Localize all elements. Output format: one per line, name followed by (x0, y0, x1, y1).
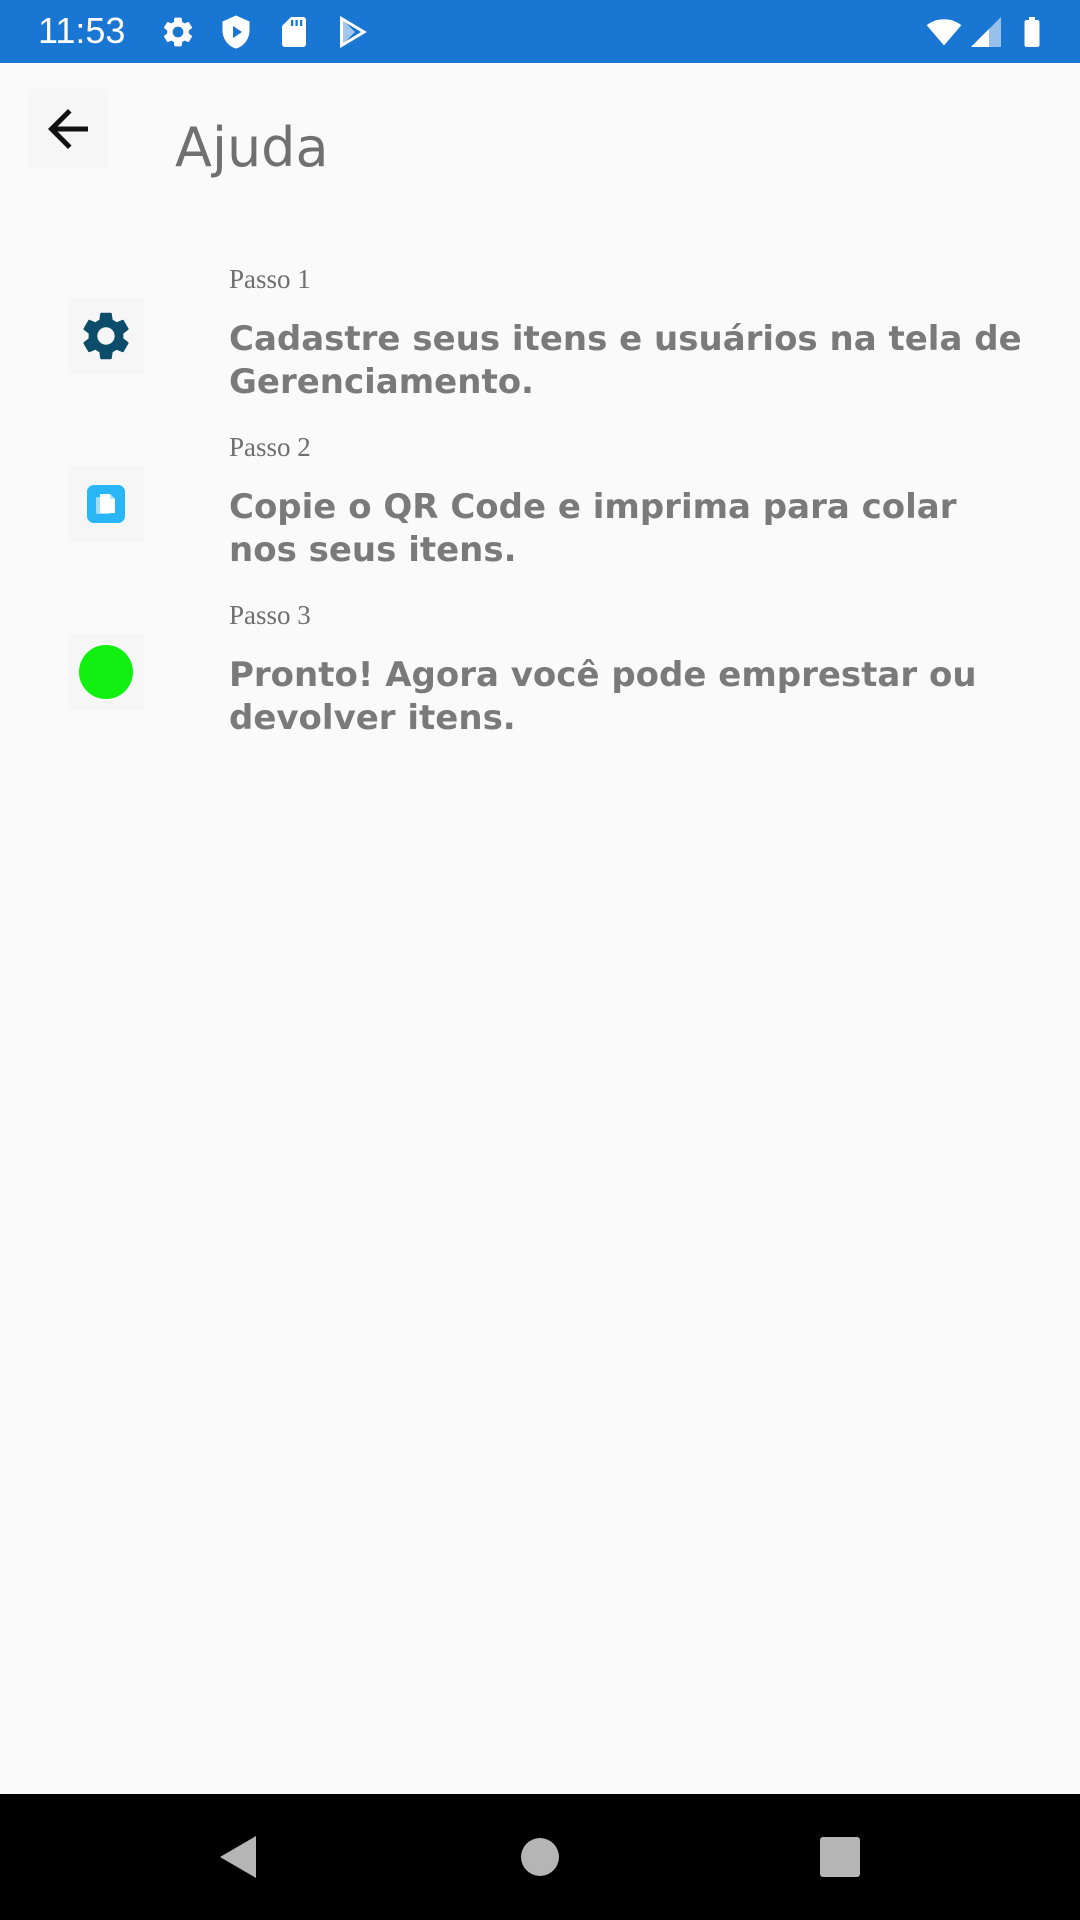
step-label: Passo 1 (229, 264, 311, 294)
gear-icon (160, 14, 196, 50)
status-time: 11:53 (38, 10, 126, 51)
gear-icon (83, 312, 129, 360)
cell-signal-icon (968, 14, 1004, 50)
step-3: Passo 3 Pronto! Agora você pode empresta… (0, 594, 1080, 762)
status-bar: 11:53 (0, 0, 1080, 63)
copy-icon (87, 485, 125, 523)
steps-list: Passo 1 Cadastre seus itens e usuários n… (0, 258, 1080, 762)
step-label: Passo 3 (229, 600, 311, 630)
step-text: Copie o QR Code e imprima para colar nos… (229, 487, 957, 570)
step-text: Pronto! Agora você pode emprestar ou dev… (229, 655, 977, 738)
step-2-icon-box (68, 466, 144, 542)
step-1-icon-box (68, 298, 144, 374)
system-nav-bar (0, 1794, 1080, 1920)
home-circle-icon[interactable] (515, 1832, 565, 1882)
arrow-back-icon (48, 109, 88, 149)
step-label: Passo 2 (229, 432, 311, 462)
sd-card-icon (276, 14, 312, 50)
battery-icon (1014, 14, 1050, 50)
recents-square-icon[interactable] (815, 1832, 865, 1882)
play-store-icon (334, 14, 370, 50)
back-button[interactable] (28, 89, 108, 169)
app-bar: Ajuda (0, 63, 1080, 243)
green-dot-icon (79, 645, 133, 699)
back-triangle-icon[interactable] (215, 1832, 265, 1882)
page-title: Ajuda (175, 116, 329, 179)
step-2: Passo 2 Copie o QR Code e imprima para c… (0, 426, 1080, 594)
step-1: Passo 1 Cadastre seus itens e usuários n… (0, 258, 1080, 426)
shield-icon (218, 14, 254, 50)
step-3-icon-box (68, 634, 144, 710)
step-text: Cadastre seus itens e usuários na tela d… (229, 319, 1022, 402)
wifi-icon (922, 14, 966, 50)
